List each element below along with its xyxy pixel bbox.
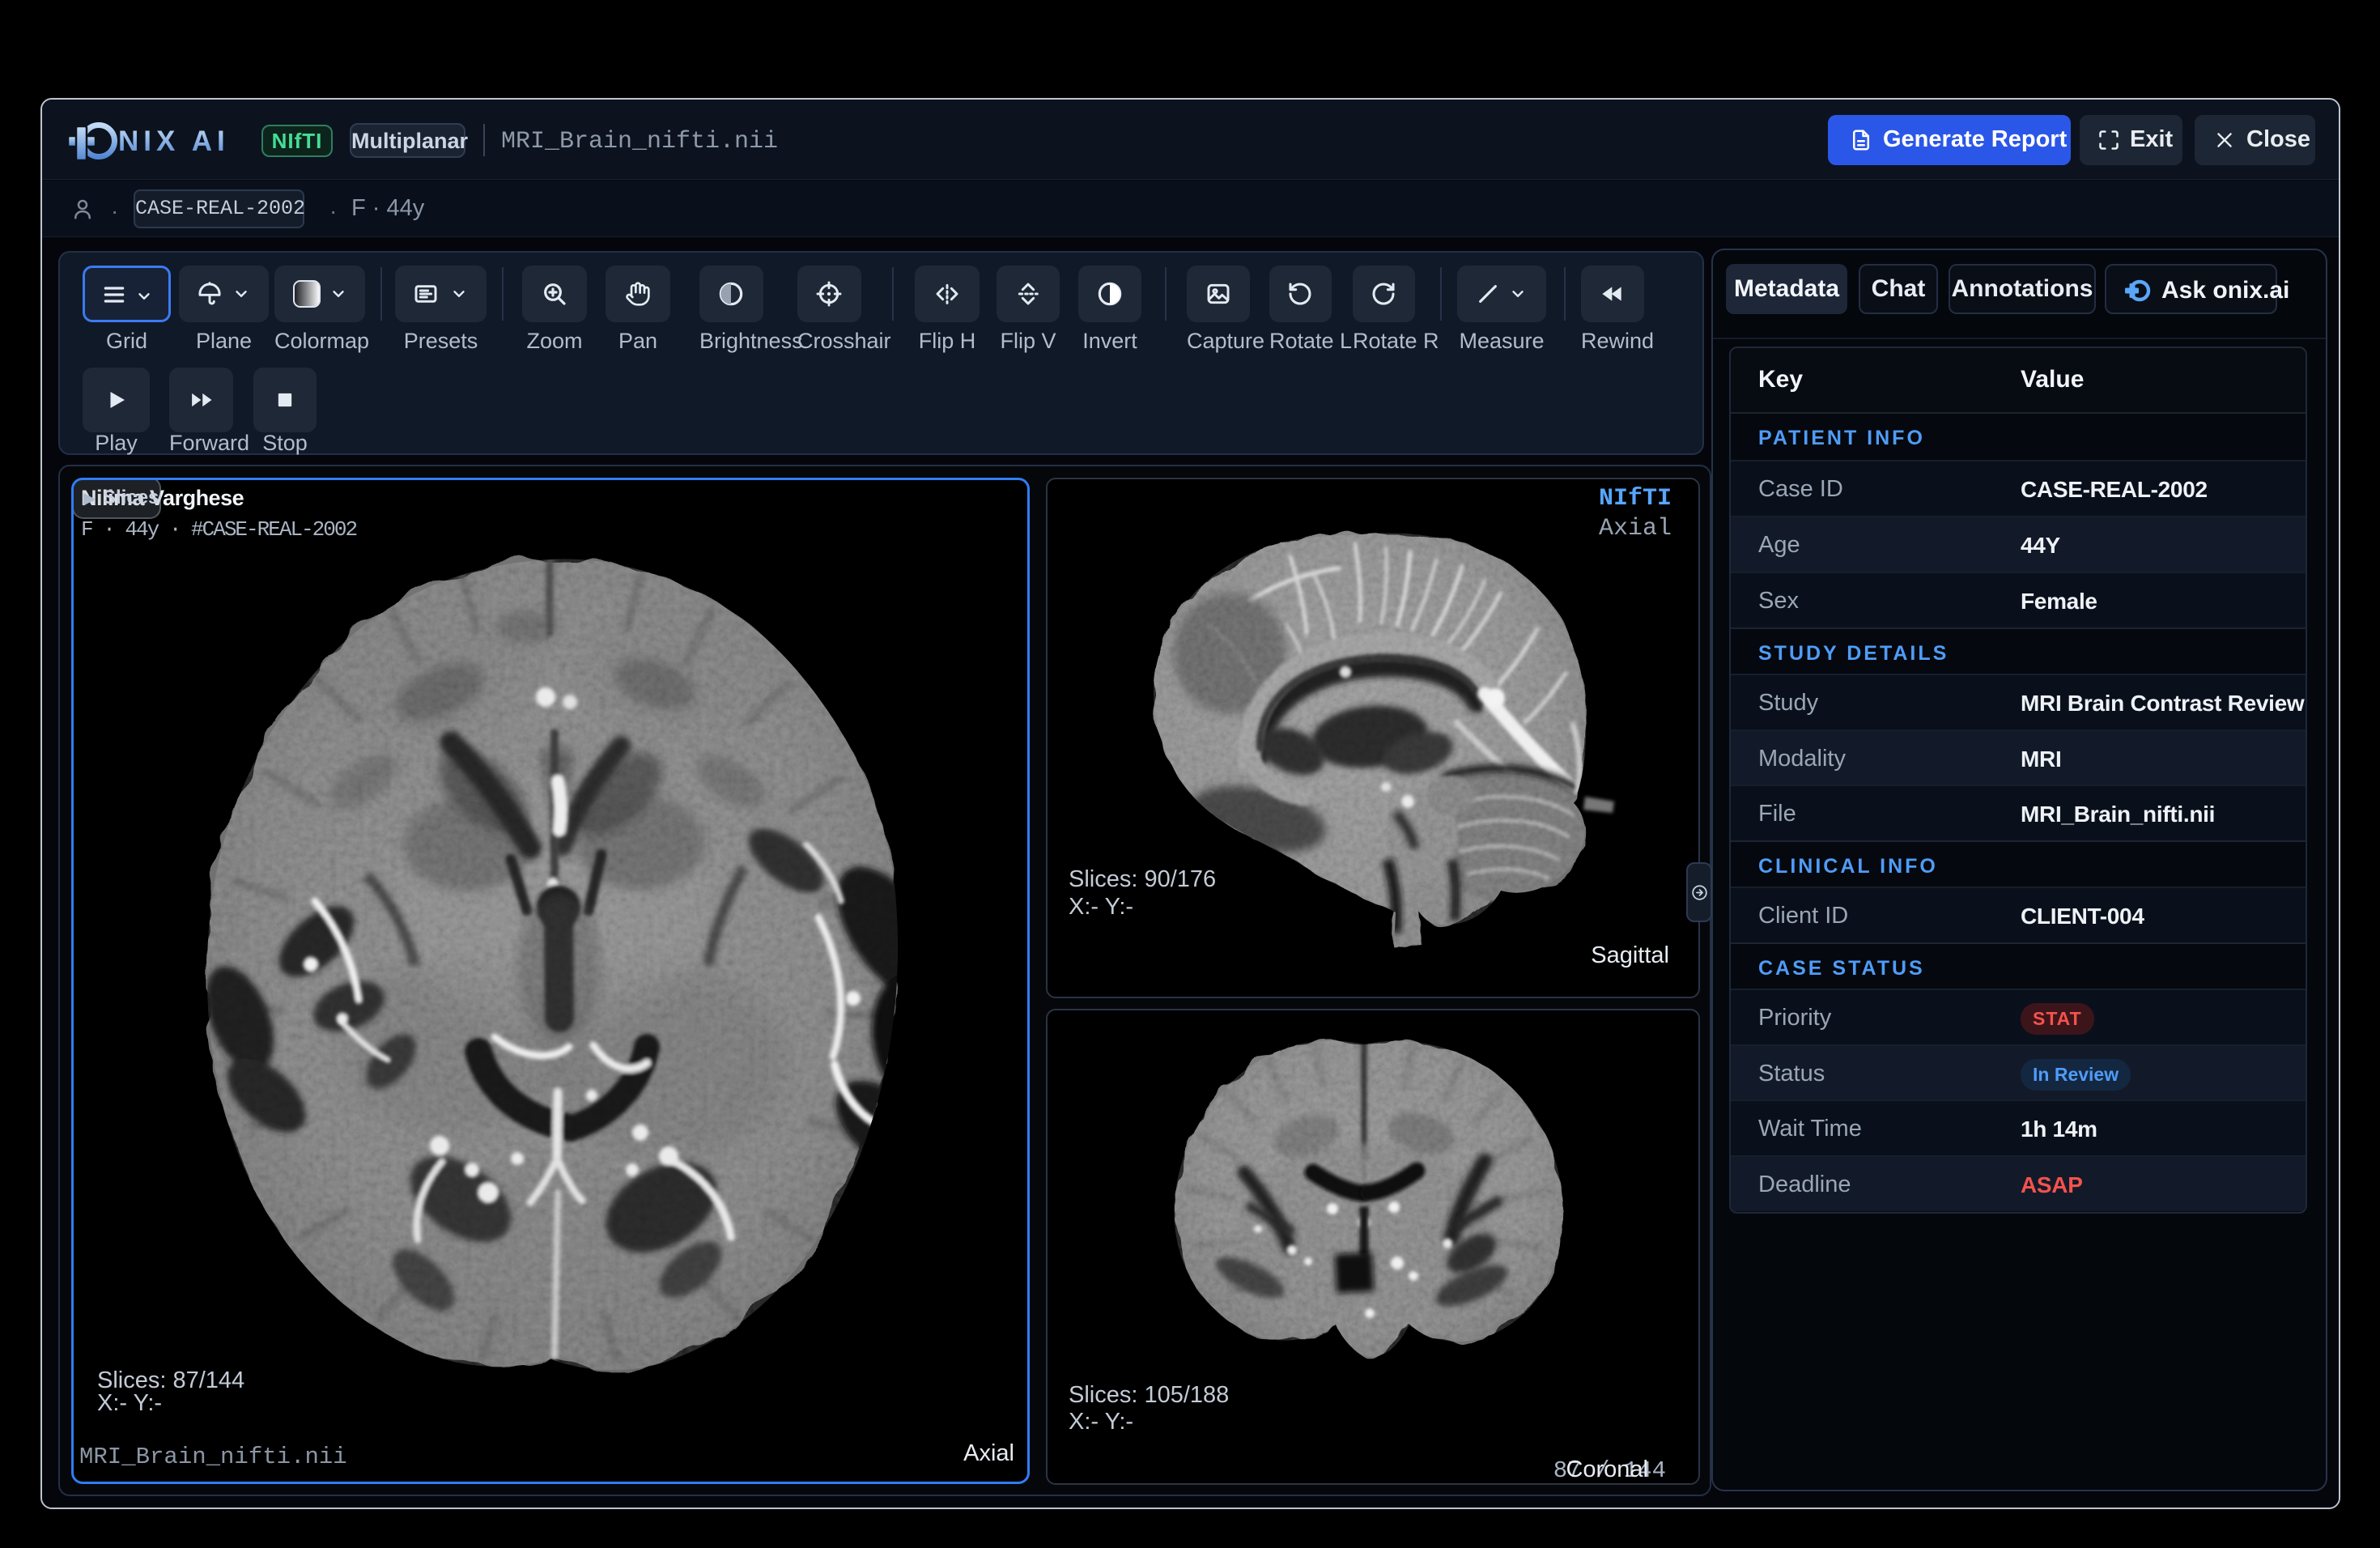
svg-text:NIX AI: NIX AI xyxy=(118,125,230,157)
